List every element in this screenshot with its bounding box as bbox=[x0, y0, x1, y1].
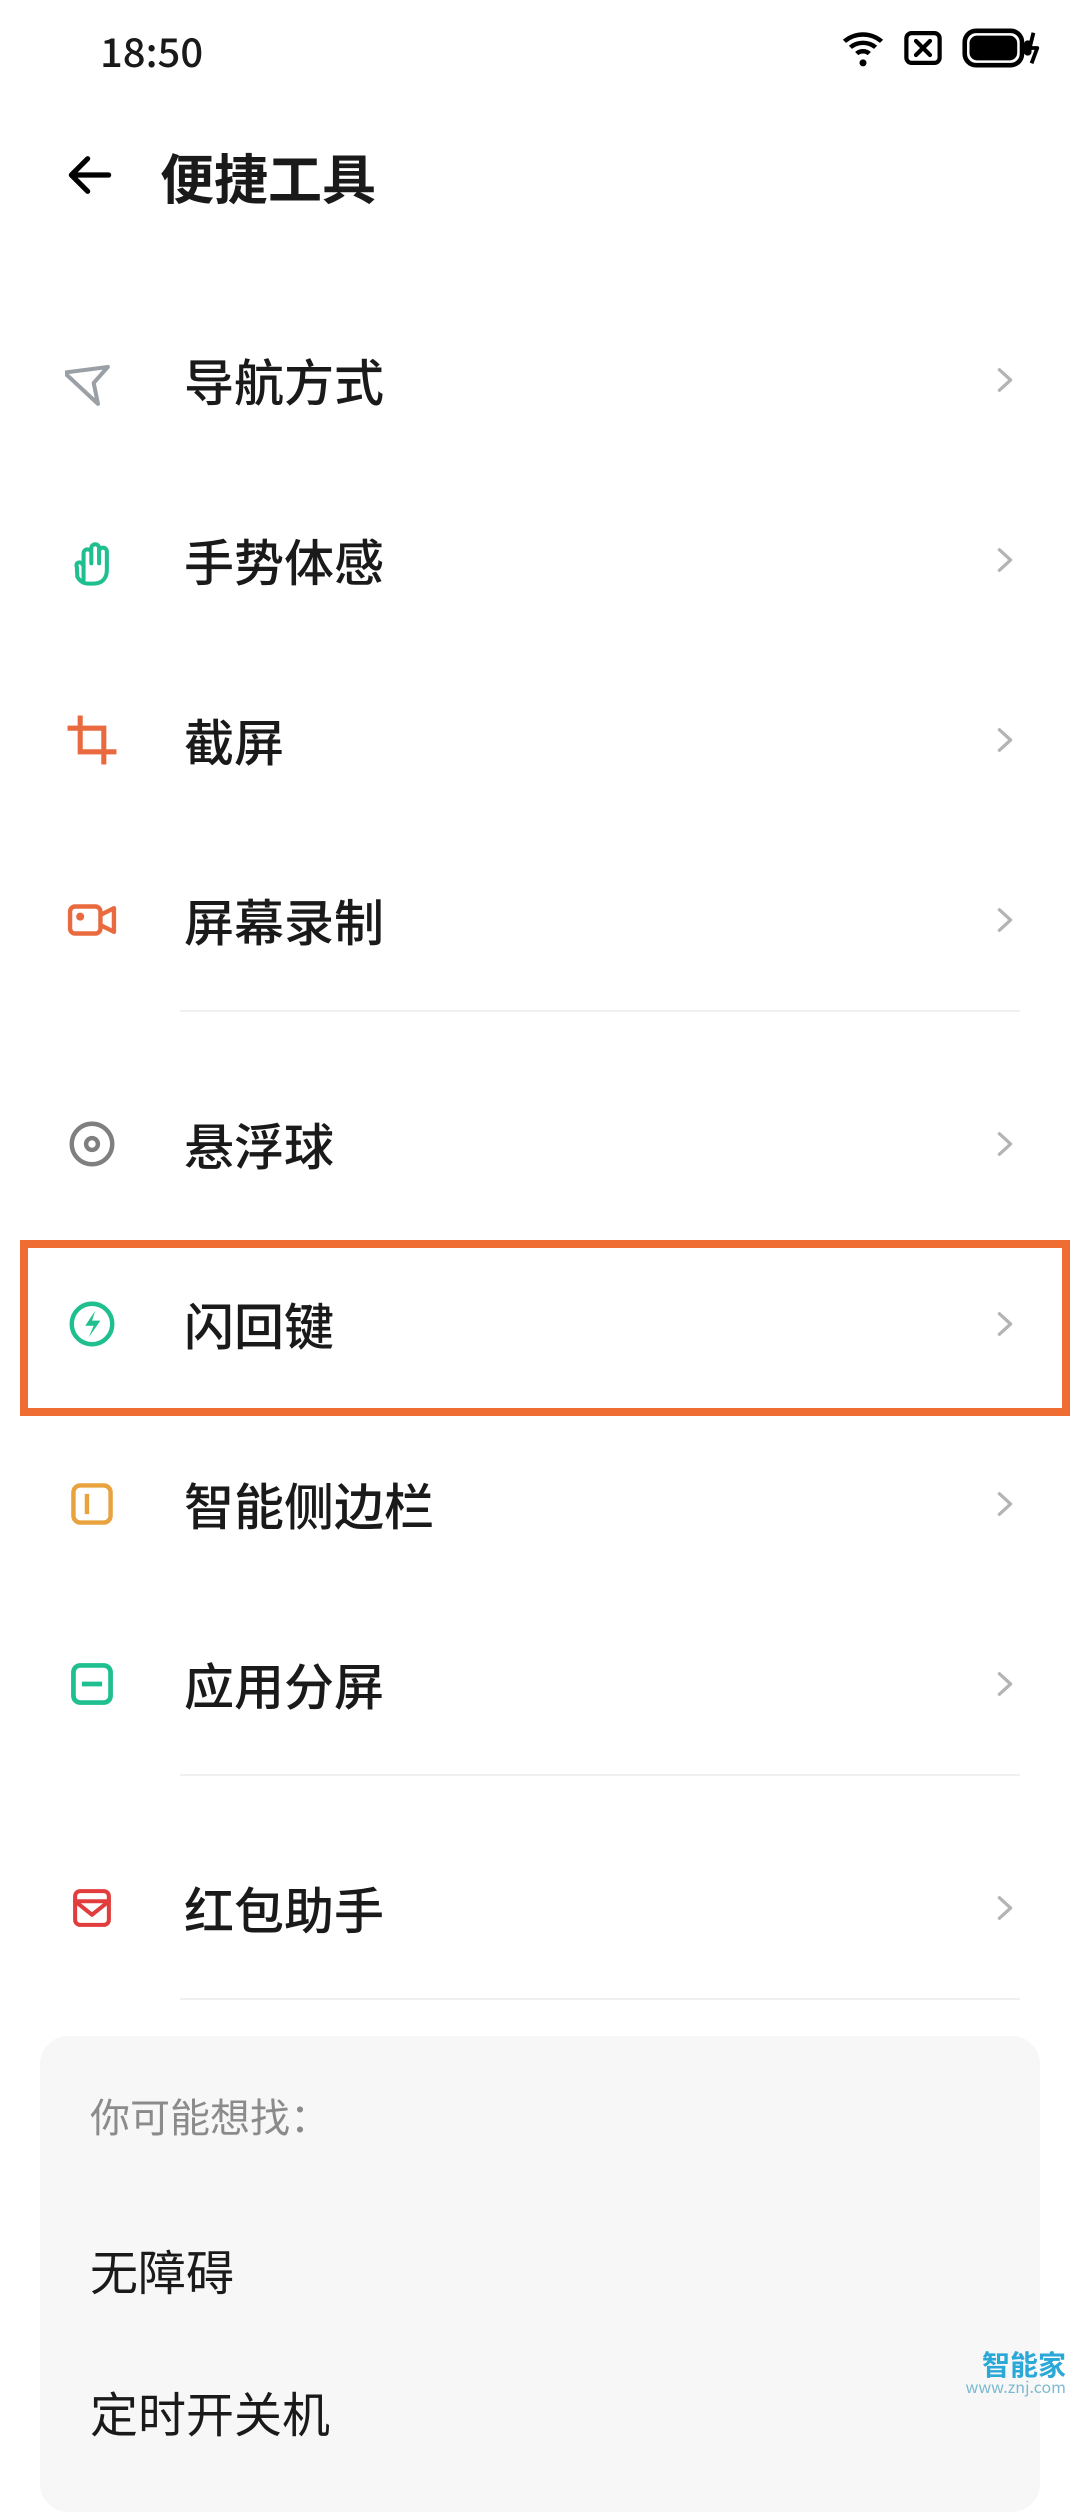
row-label: 闪回键 bbox=[184, 1288, 990, 1360]
row-label: 截屏 bbox=[184, 704, 990, 776]
back-button[interactable] bbox=[60, 145, 120, 205]
chevron-right-icon bbox=[990, 1309, 1020, 1339]
suggestion-item[interactable]: 无障碍 bbox=[90, 2198, 990, 2340]
row-label: 导航方式 bbox=[184, 344, 990, 416]
watermark: 智能家 www.znj.com bbox=[965, 2350, 1066, 2394]
settings-row-side[interactable]: 智能侧边栏 bbox=[0, 1414, 1080, 1594]
settings-row-redpkt[interactable]: 红包助手 bbox=[0, 1818, 1080, 1998]
suggestion-title: 你可能想找： bbox=[90, 2086, 990, 2144]
chevron-right-icon bbox=[990, 1893, 1020, 1923]
chevron-right-icon bbox=[990, 365, 1020, 395]
settings-list: 导航方式手势体感截屏屏幕录制悬浮球闪回键智能侧边栏应用分屏红包助手 bbox=[0, 250, 1080, 2000]
chevron-right-icon bbox=[990, 905, 1020, 935]
settings-row-shot[interactable]: 截屏 bbox=[0, 650, 1080, 830]
chevron-right-icon bbox=[990, 1129, 1020, 1159]
group-divider bbox=[180, 1998, 1020, 2000]
settings-row-split[interactable]: 应用分屏 bbox=[0, 1594, 1080, 1774]
status-icons bbox=[842, 27, 1040, 74]
row-label: 红包助手 bbox=[184, 1872, 990, 1944]
settings-row-nav[interactable]: 导航方式 bbox=[0, 290, 1080, 470]
row-label: 悬浮球 bbox=[184, 1108, 990, 1180]
row-label: 手势体感 bbox=[184, 524, 990, 596]
settings-row-record[interactable]: 屏幕录制 bbox=[0, 830, 1080, 1010]
row-label: 应用分屏 bbox=[184, 1648, 990, 1720]
videocam-icon bbox=[60, 888, 124, 952]
minus-box-icon bbox=[60, 1652, 124, 1716]
status-bar: 18:50 bbox=[0, 0, 1080, 100]
wifi-icon bbox=[842, 27, 884, 74]
target-icon bbox=[60, 1112, 124, 1176]
status-time: 18:50 bbox=[100, 21, 203, 79]
settings-row-float[interactable]: 悬浮球 bbox=[0, 1054, 1080, 1234]
chevron-right-icon bbox=[990, 725, 1020, 755]
settings-row-motion[interactable]: 手势体感 bbox=[0, 470, 1080, 650]
cursor-icon bbox=[60, 348, 124, 412]
suggestion-item[interactable]: 定时开关机 bbox=[90, 2340, 990, 2482]
arrow-left-icon bbox=[62, 147, 118, 203]
chevron-right-icon bbox=[990, 545, 1020, 575]
row-label: 屏幕录制 bbox=[184, 884, 990, 956]
row-label: 智能侧边栏 bbox=[184, 1468, 990, 1540]
title-bar: 便捷工具 bbox=[0, 100, 1080, 250]
settings-row-flash[interactable]: 闪回键 bbox=[0, 1234, 1080, 1414]
bolt-icon bbox=[60, 1292, 124, 1356]
page-title: 便捷工具 bbox=[160, 136, 376, 215]
battery-icon bbox=[962, 27, 1040, 74]
suggestion-card: 你可能想找： 无障碍定时开关机 bbox=[40, 2036, 1040, 2512]
hand-icon bbox=[60, 528, 124, 592]
chevron-right-icon bbox=[990, 1669, 1020, 1699]
envelope-icon bbox=[60, 1876, 124, 1940]
panel-icon bbox=[60, 1472, 124, 1536]
chevron-right-icon bbox=[990, 1489, 1020, 1519]
crop-icon bbox=[60, 708, 124, 772]
no-sim-icon bbox=[902, 27, 944, 74]
